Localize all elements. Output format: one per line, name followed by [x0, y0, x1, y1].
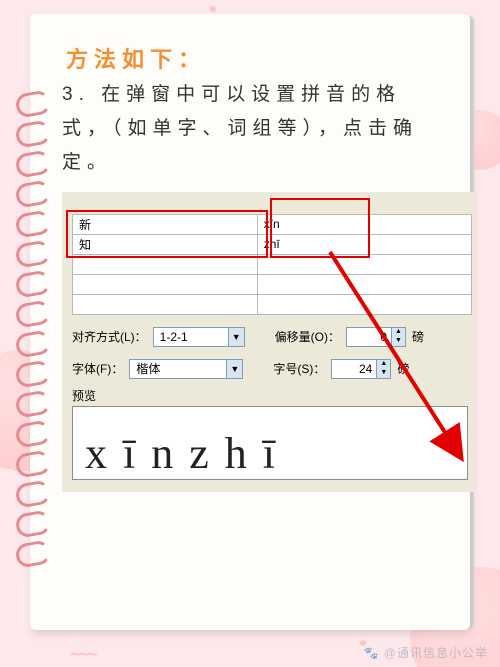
spinner-down-icon[interactable]: ▼ [376, 369, 390, 378]
spinner-up-icon[interactable]: ▲ [391, 328, 405, 337]
align-label: 对齐方式(L)： [72, 328, 147, 345]
tutorial-card: 方法如下： 3. 在弹窗中可以设置拼音的格式，（如单字、词组等），点击确定。 新… [30, 14, 470, 630]
offset-input[interactable] [347, 328, 391, 346]
align-combo[interactable]: 1-2-1 ▼ [153, 327, 245, 347]
size-unit: 磅 [397, 360, 409, 377]
dialog-screenshot: 新 xīn 知 zhī 对齐方式(L)： 1-2-1 [62, 192, 474, 492]
chevron-down-icon[interactable]: ▼ [228, 328, 244, 346]
watermark: 🐾 @通讯信息小公举 [364, 644, 488, 661]
chevron-down-icon[interactable]: ▼ [226, 360, 242, 378]
offset-spinner[interactable]: ▲▼ [346, 327, 406, 347]
size-spinner[interactable]: ▲▼ [331, 359, 391, 379]
size-label: 字号(S)： [273, 360, 325, 377]
preview-label: 预览 [72, 387, 474, 404]
spiral-binding [16, 92, 44, 560]
offset-label: 偏移量(O)： [275, 328, 340, 345]
font-label: 字体(F)： [72, 360, 123, 377]
spinner-down-icon[interactable]: ▼ [391, 337, 405, 346]
section-heading: 方法如下： [66, 42, 206, 74]
preview-text: xīnzhī [85, 428, 291, 479]
size-input[interactable] [332, 360, 376, 378]
spinner-up-icon[interactable]: ▲ [376, 360, 390, 369]
instruction-text: 3. 在弹窗中可以设置拼音的格式，（如单字、词组等），点击确定。 [62, 78, 450, 180]
preview-box: xīnzhī [72, 406, 468, 480]
font-combo[interactable]: 楷体 ▼ [129, 359, 243, 379]
offset-unit: 磅 [412, 328, 424, 345]
highlight-box-chars [66, 210, 268, 258]
highlight-box-pinyin [270, 198, 370, 258]
